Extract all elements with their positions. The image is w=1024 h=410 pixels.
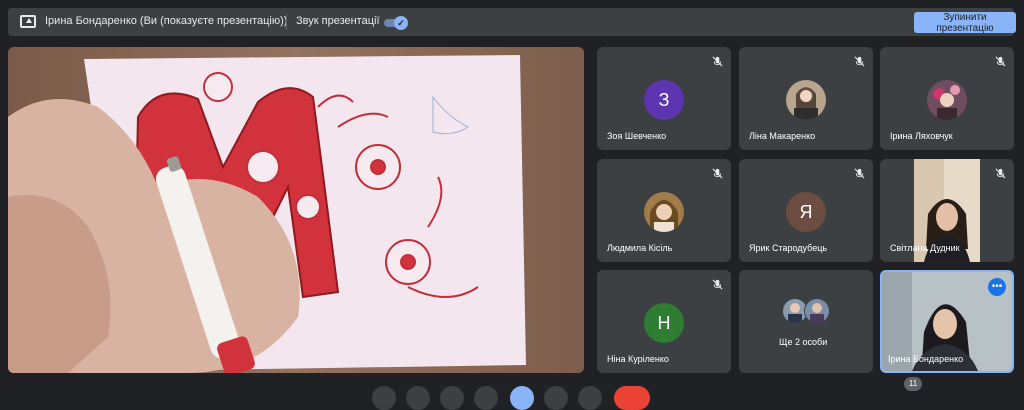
mic-off-icon (992, 53, 1008, 69)
participant-name: Людмила Кісіль (607, 243, 673, 253)
mic-off-icon (992, 165, 1008, 181)
participant-tile[interactable]: Ліна Макаренко (739, 47, 873, 150)
participant-tile[interactable]: Н Ніна Куріленко (597, 270, 731, 373)
avatar: З (644, 80, 684, 120)
divider (286, 14, 287, 30)
mic-off-icon (851, 165, 867, 181)
leave-call-button[interactable] (614, 386, 650, 410)
self-view-tile[interactable]: ••• Ірина Бондаренко (880, 270, 1014, 373)
mic-off-icon (709, 53, 725, 69)
control-button[interactable] (440, 386, 464, 410)
control-button[interactable] (474, 386, 498, 410)
presenter-status-text: Ірина Бондаренко (Ви (показуєте презента… (45, 15, 288, 27)
check-icon: ✓ (394, 16, 408, 30)
participant-name: Зоя Шевченко (607, 131, 667, 141)
more-participants-label: Ще 2 особи (779, 337, 828, 347)
avatar (804, 298, 830, 324)
mic-off-icon (851, 53, 867, 69)
presentation-sound-toggle[interactable]: ✓ (384, 16, 408, 30)
presentation-view (8, 47, 584, 373)
participant-tile[interactable]: Ірина Ляховчук (880, 47, 1014, 150)
participant-tile[interactable]: З Зоя Шевченко (597, 47, 731, 150)
participant-name: Ярик Стародубець (749, 243, 828, 253)
avatar (927, 80, 967, 120)
control-button[interactable] (544, 386, 568, 410)
control-button[interactable] (372, 386, 396, 410)
avatar: Н (644, 303, 684, 343)
participant-name: Ірина Ляховчук (890, 131, 953, 141)
present-screen-icon (20, 15, 36, 28)
participant-tile[interactable]: Людмила Кісіль (597, 159, 731, 262)
presentation-drawing-image (8, 47, 584, 373)
avatar (644, 192, 684, 232)
presenting-bar: Ірина Бондаренко (Ви (показуєте презента… (8, 8, 1016, 36)
participant-name: Ліна Макаренко (749, 131, 816, 141)
avatar (786, 80, 826, 120)
participant-tile[interactable]: Я Ярик Стародубець (739, 159, 873, 262)
control-button[interactable] (406, 386, 430, 410)
stop-presenting-button[interactable]: Зупинити презентацію (914, 12, 1016, 34)
more-participants-tile[interactable]: Ще 2 особи (739, 270, 873, 373)
present-button[interactable] (510, 386, 534, 410)
mic-off-icon (709, 165, 725, 181)
participant-count-badge: 11 (904, 377, 922, 391)
control-button[interactable] (578, 386, 602, 410)
more-options-button[interactable]: ••• (988, 278, 1006, 296)
presentation-sound-label: Звук презентації (296, 15, 380, 27)
participant-name: Ірина Бондаренко (888, 354, 964, 364)
participant-name: Ніна Куріленко (607, 354, 669, 364)
participant-tile[interactable]: Світлана Дудник (880, 159, 1014, 262)
participant-name: Світлана Дудник (890, 243, 960, 253)
mic-off-icon (709, 276, 725, 292)
avatar: Я (786, 192, 826, 232)
